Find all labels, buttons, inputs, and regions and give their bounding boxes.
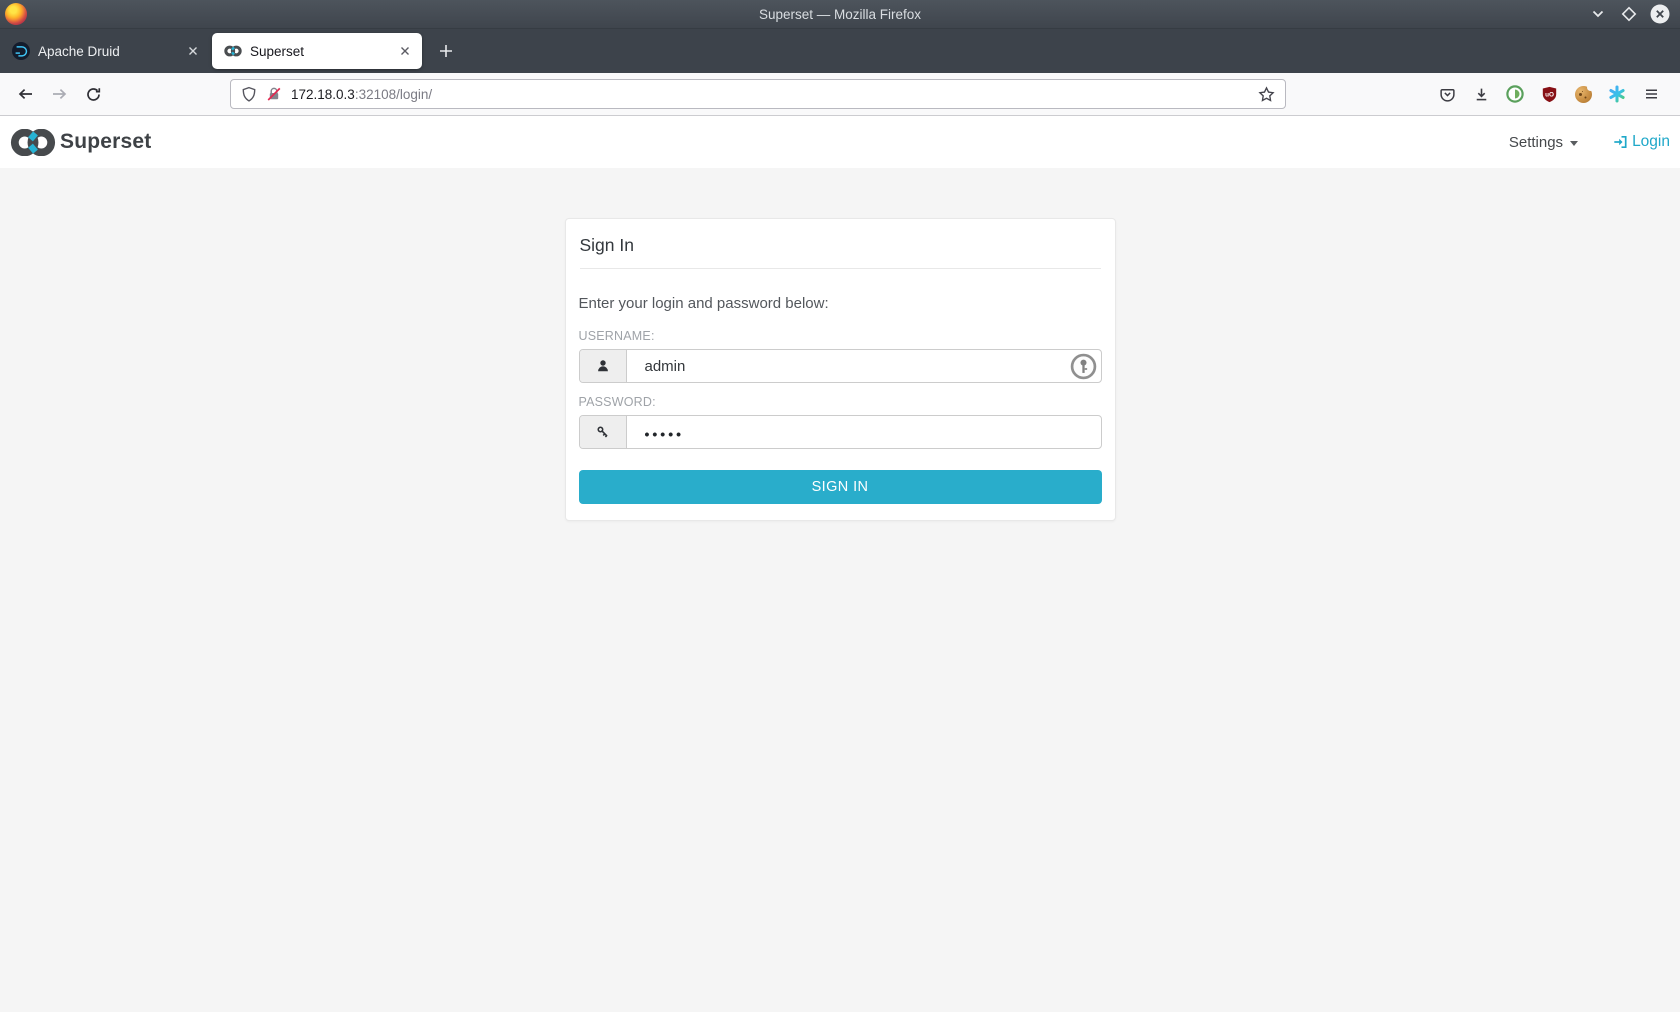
sign-in-icon [1614, 135, 1627, 149]
chevron-down-icon [1570, 140, 1579, 146]
brand-name: Superset [60, 130, 152, 153]
tab-apache-druid[interactable]: Apache Druid [0, 33, 210, 69]
reload-button[interactable] [76, 78, 110, 110]
pocket-icon[interactable] [1430, 78, 1464, 110]
new-tab-button[interactable] [431, 36, 461, 66]
ublock-origin-icon[interactable]: uO [1532, 78, 1566, 110]
sign-in-button[interactable]: SIGN IN [578, 470, 1102, 504]
window-titlebar: Superset — Mozilla Firefox [0, 0, 1680, 29]
maximize-button[interactable] [1618, 3, 1640, 25]
tab-bar: Apache Druid Superset [0, 29, 1680, 73]
extension-green-icon[interactable] [1498, 78, 1532, 110]
key-icon [596, 426, 608, 438]
password-addon [579, 416, 627, 448]
svg-text:uO: uO [1545, 91, 1554, 98]
password-input-group [578, 415, 1102, 449]
lock-slash-icon[interactable] [266, 86, 282, 102]
tab-close-icon[interactable] [396, 42, 414, 60]
superset-logo-icon [10, 128, 56, 156]
shield-icon[interactable] [241, 86, 257, 103]
app-header: Superset Settings Login [0, 116, 1680, 168]
page-content: Sign In Enter your login and password be… [0, 218, 1680, 1012]
close-button[interactable] [1649, 3, 1671, 25]
cookie-extension-icon[interactable] [1566, 78, 1600, 110]
username-input[interactable] [626, 350, 1101, 382]
password-input[interactable] [626, 416, 1101, 448]
url-bar[interactable]: 172.18.0.3:32108/login/ [230, 79, 1286, 109]
settings-label: Settings [1508, 133, 1564, 151]
card-title: Sign In [579, 235, 634, 255]
login-label: Login [1632, 133, 1670, 150]
minimize-button[interactable] [1587, 3, 1609, 25]
tab-label: Apache Druid [38, 43, 120, 59]
url-text: 172.18.0.3:32108/login/ [291, 86, 433, 102]
bookmark-star-icon[interactable] [1258, 85, 1275, 103]
back-button[interactable] [8, 78, 42, 110]
superset-favicon-icon [224, 45, 242, 57]
firefox-icon [5, 3, 27, 25]
password-manager-icon[interactable] [1070, 353, 1097, 380]
sign-in-card: Sign In Enter your login and password be… [564, 218, 1116, 521]
tab-label: Superset [250, 43, 305, 59]
tab-superset[interactable]: Superset [212, 33, 422, 69]
window-title: Superset — Mozilla Firefox [758, 6, 922, 22]
app-menu-icon[interactable] [1634, 78, 1668, 110]
settings-menu[interactable]: Settings [1508, 133, 1579, 151]
username-input-group [578, 349, 1102, 383]
login-link[interactable]: Login [1612, 133, 1670, 151]
username-addon [579, 350, 627, 382]
username-label: USERNAME: [578, 329, 655, 343]
superset-logo-link[interactable]: Superset [10, 128, 152, 156]
password-label: PASSWORD: [578, 395, 656, 409]
druid-favicon-icon [12, 42, 30, 60]
download-icon[interactable] [1464, 78, 1498, 110]
navigation-toolbar: 172.18.0.3:32108/login/ uO [0, 73, 1680, 116]
user-icon [597, 360, 608, 372]
card-subtitle: Enter your login and password below: [578, 295, 829, 312]
extension-asterisk-icon[interactable] [1600, 78, 1634, 110]
tab-close-icon[interactable] [184, 42, 202, 60]
forward-button[interactable] [42, 78, 76, 110]
